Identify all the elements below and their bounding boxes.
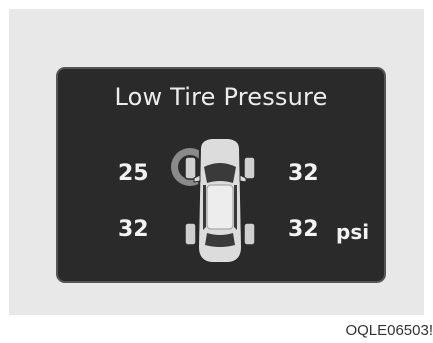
pressure-unit: psi: [336, 220, 370, 244]
car-top-view-icon: [171, 137, 256, 264]
rear-right-pressure: 32: [288, 217, 319, 242]
figure-code: OQLE06503!: [345, 322, 433, 339]
front-right-pressure: 32: [288, 161, 319, 186]
tire-rear-right: [243, 222, 256, 246]
warning-title: Low Tire Pressure: [114, 83, 328, 111]
tire-front-left: [184, 156, 197, 180]
tire-front-right: [243, 156, 256, 180]
cluster-display: Low Tire Pressure 25 32 32 32 psi: [56, 67, 386, 283]
front-left-pressure: 25: [118, 161, 149, 186]
rear-left-pressure: 32: [118, 217, 149, 242]
tire-rear-left: [184, 222, 197, 246]
